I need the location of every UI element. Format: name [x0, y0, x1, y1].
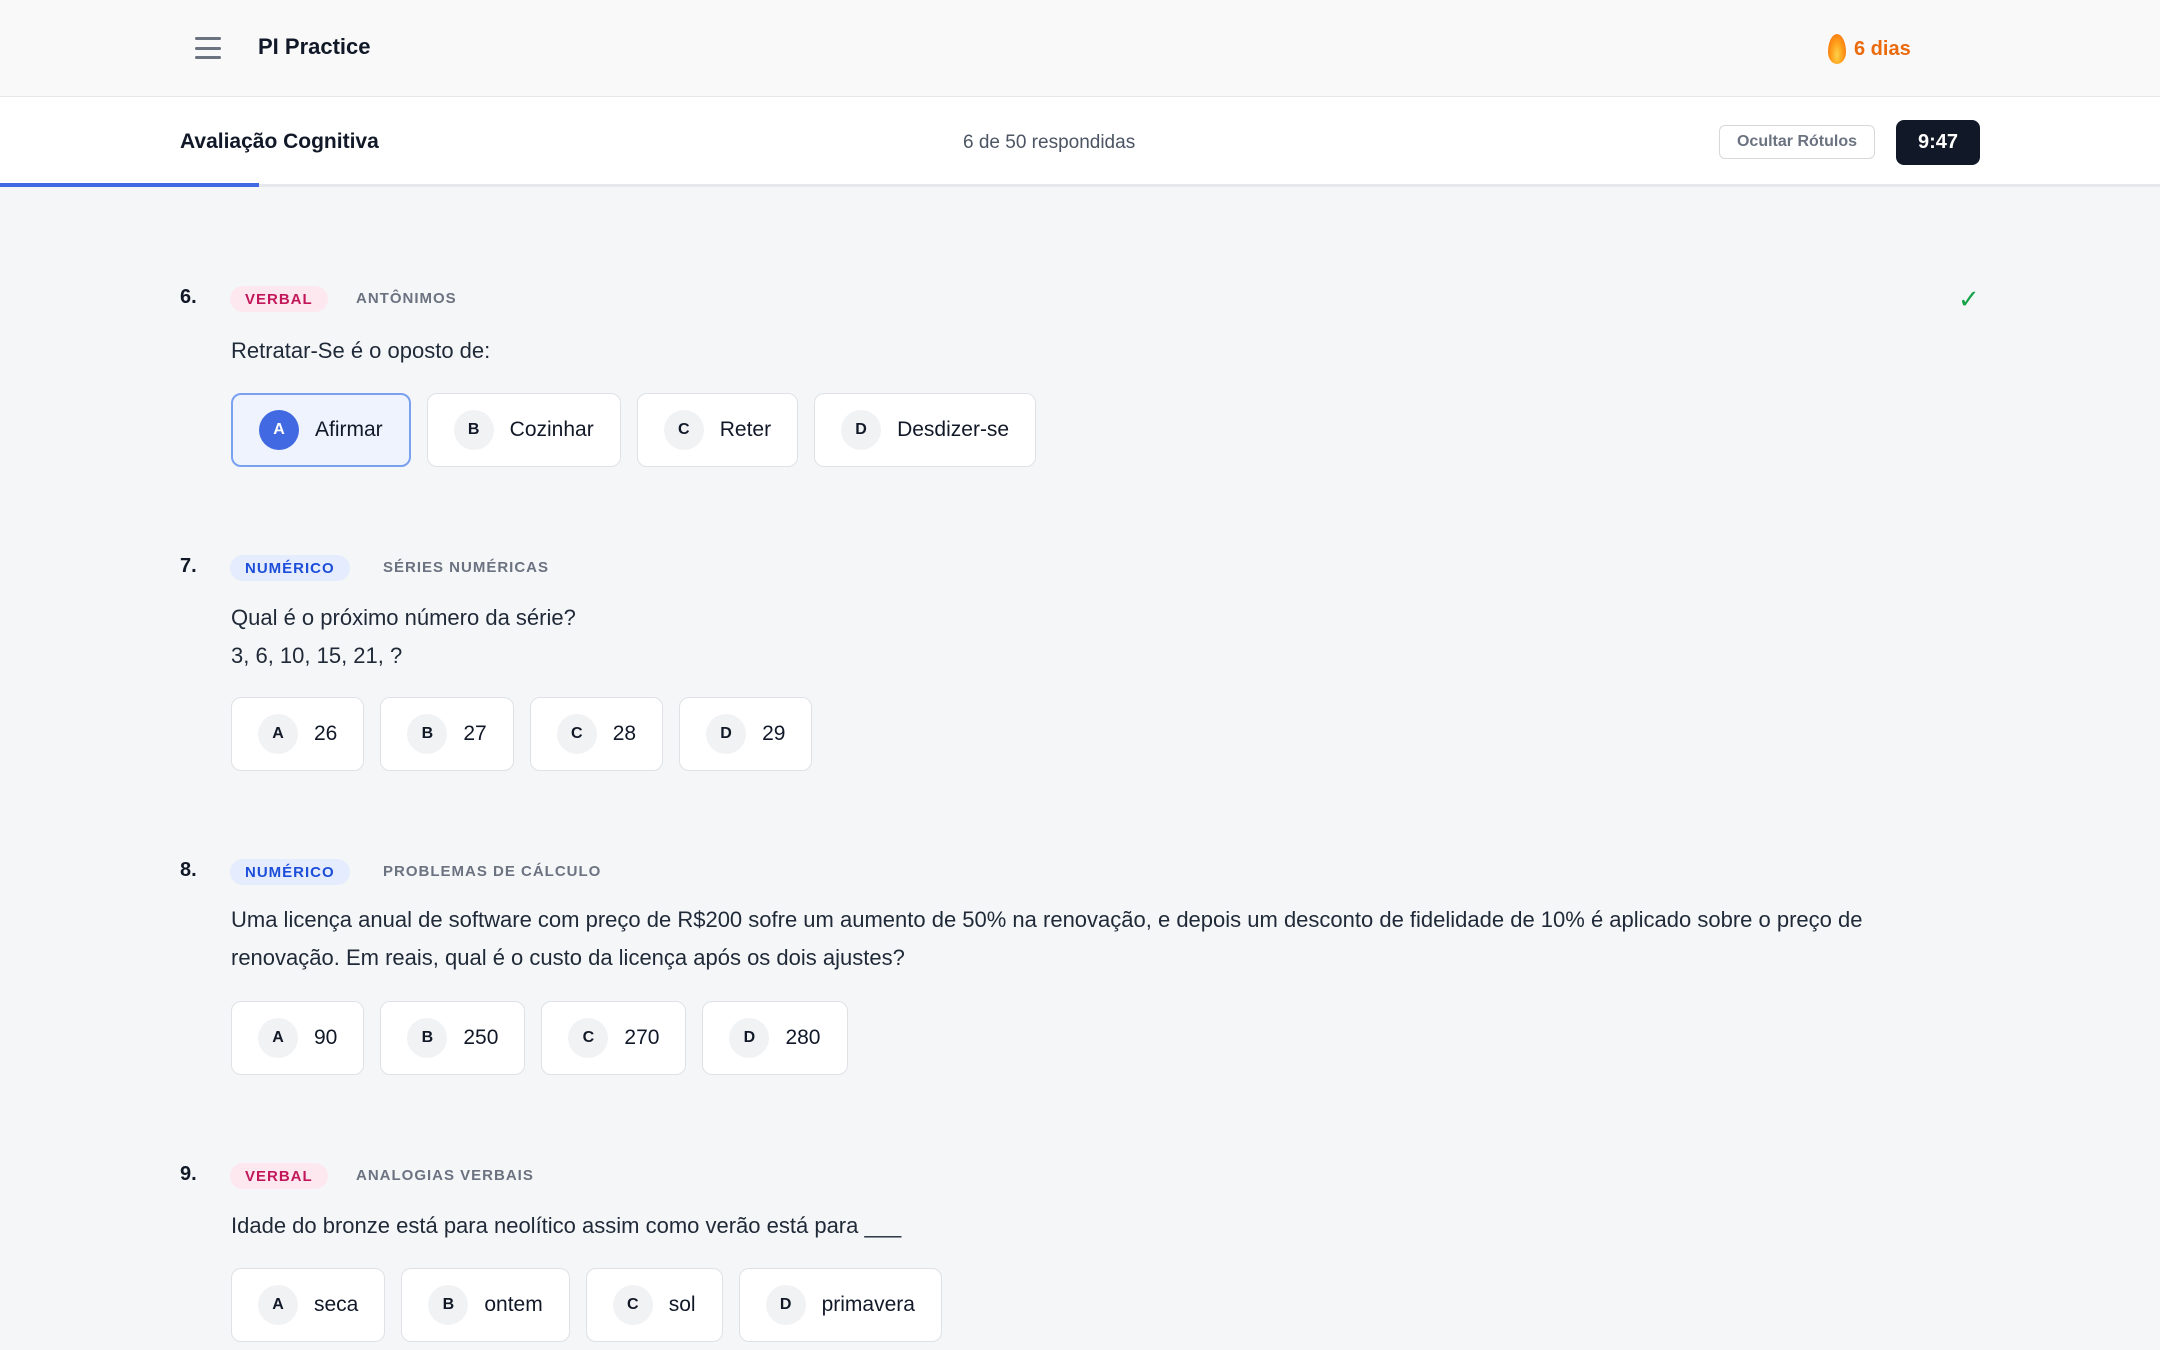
option-letter: B [407, 714, 448, 754]
flame-icon [1828, 34, 1846, 64]
options-list: A 26 B 27 C 28 D 29 [231, 697, 813, 771]
category-tag: VERBAL [230, 286, 328, 312]
option-letter: D [706, 714, 747, 754]
option-letter: B [407, 1018, 448, 1058]
option-d[interactable]: D 29 [679, 697, 813, 771]
option-letter: A [258, 1285, 298, 1325]
option-label: Reter [719, 418, 772, 441]
option-label: 250 [463, 1026, 499, 1049]
question-sequence: 3, 6, 10, 15, 21, ? [231, 643, 403, 668]
option-letter: A [259, 410, 299, 450]
subtype-label: ANALOGIAS VERBAIS [356, 1167, 534, 1184]
option-label: ontem [484, 1293, 543, 1316]
option-c[interactable]: C sol [585, 1268, 723, 1342]
option-c[interactable]: C 270 [541, 1001, 687, 1075]
option-letter: D [765, 1285, 806, 1325]
option-letter: D [841, 410, 882, 450]
option-label: 27 [463, 722, 487, 745]
option-letter: C [663, 410, 704, 450]
question-text: Idade do bronze está para neolítico assi… [231, 1213, 902, 1238]
option-label: Desdizer-se [897, 418, 1010, 441]
option-label: 280 [785, 1026, 821, 1049]
question-text: Retratar-Se é o oposto de: [231, 338, 491, 363]
option-label: 270 [624, 1026, 660, 1049]
category-tag: NUMÉRICO [230, 859, 350, 885]
option-label: 90 [314, 1026, 338, 1049]
option-letter: D [729, 1018, 770, 1058]
option-letter: A [258, 1018, 298, 1058]
option-d[interactable]: D 280 [702, 1001, 848, 1075]
option-b[interactable]: B Cozinhar [426, 393, 621, 467]
question-number: 9. [180, 1163, 197, 1185]
subtype-label: PROBLEMAS DE CÁLCULO [383, 863, 602, 880]
option-label: 28 [612, 722, 637, 745]
category-tag: NUMÉRICO [230, 555, 350, 581]
progress-bar-fill [0, 183, 260, 187]
option-d[interactable]: D Desdizer-se [814, 393, 1037, 467]
option-letter: C [568, 1018, 609, 1058]
option-a[interactable]: A 90 [231, 1001, 365, 1075]
subtype-label: ANTÔNIMOS [356, 290, 457, 307]
question-text: Qual é o próximo número da série? [231, 605, 576, 630]
option-b[interactable]: B ontem [401, 1268, 570, 1342]
question-text: Uma licença anual de software com preço … [231, 907, 1863, 932]
streak-label: 6 dias [1854, 37, 1911, 60]
option-label: primavera [821, 1293, 915, 1316]
option-letter: C [556, 714, 597, 754]
answered-check-icon: ✓ [1958, 284, 1980, 314]
option-label: seca [314, 1293, 359, 1316]
category-tag: VERBAL [230, 1163, 328, 1189]
timer: 9:47 [1896, 120, 1980, 165]
options-list: A Afirmar B Cozinhar C Reter D Desdizer-… [231, 393, 1037, 467]
top-bar: PI Practice 6 dias [0, 0, 2160, 97]
option-letter: B [428, 1285, 469, 1325]
option-c[interactable]: C 28 [529, 697, 664, 771]
options-list: A seca B ontem C sol D primavera [231, 1268, 942, 1342]
option-a[interactable]: A 26 [231, 697, 365, 771]
option-a[interactable]: A Afirmar [231, 393, 411, 467]
option-label: Cozinhar [509, 418, 594, 441]
app-title: PI Practice [258, 34, 371, 59]
option-d[interactable]: D primavera [738, 1268, 942, 1342]
option-label: 26 [314, 722, 338, 745]
quiz-header: Avaliação Cognitiva 6 de 50 respondidas … [0, 97, 2160, 187]
option-b[interactable]: B 250 [380, 1001, 526, 1075]
option-a[interactable]: A seca [231, 1268, 386, 1342]
option-label: 29 [762, 722, 786, 745]
quiz-title: Avaliação Cognitiva [180, 130, 379, 153]
option-letter: C [612, 1285, 653, 1325]
hide-labels-button[interactable]: Ocultar Rótulos [1719, 125, 1875, 159]
option-label: Afirmar [315, 418, 383, 441]
option-label: sol [668, 1293, 696, 1316]
option-letter: B [453, 410, 494, 450]
question-number: 8. [180, 859, 197, 881]
option-c[interactable]: C Reter [636, 393, 799, 467]
options-list: A 90 B 250 C 270 D 280 [231, 1001, 848, 1075]
question-number: 7. [180, 555, 197, 577]
streak-indicator: 6 dias [1828, 34, 1911, 64]
question-number: 6. [180, 286, 197, 308]
hamburger-menu-icon[interactable] [190, 33, 226, 63]
option-b[interactable]: B 27 [380, 697, 514, 771]
answered-count: 6 de 50 respondidas [963, 132, 1136, 153]
option-letter: A [258, 714, 298, 754]
question-text-continued: renovação. Em reais, qual é o custo da l… [231, 945, 905, 970]
subtype-label: SÉRIES NUMÉRICAS [383, 559, 550, 576]
